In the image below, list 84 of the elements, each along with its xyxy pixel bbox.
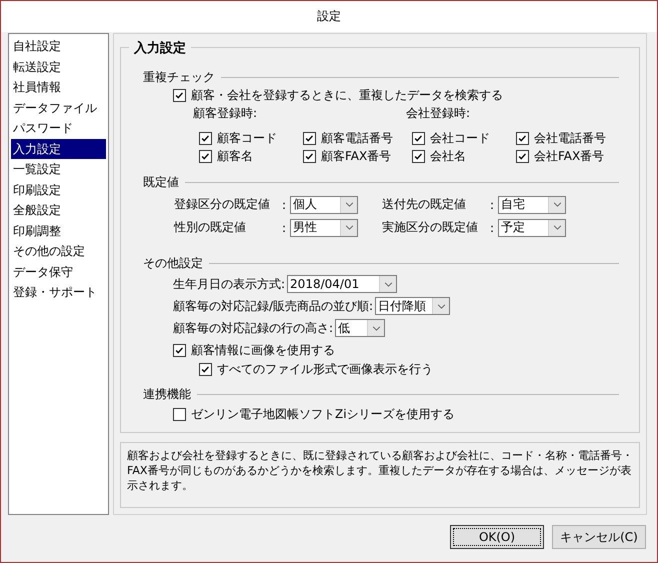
field-label: 顧客毎の対応記録の行の高さ: (173, 320, 334, 336)
checkmark-icon (200, 132, 211, 144)
dropdown[interactable]: 個人 (290, 196, 358, 214)
dropdown[interactable]: 予定 (498, 218, 566, 236)
checkmark-icon (517, 150, 528, 162)
checkmark-icon (304, 150, 315, 162)
checkbox-label: ゼンリン電子地図帳ソフトZiシリーズを使用する (191, 406, 455, 423)
checkbox[interactable] (199, 150, 212, 162)
field-label: 生年月日の表示方式: (173, 276, 286, 292)
dropdown[interactable]: 男性 (290, 218, 358, 236)
dialog-button[interactable]: OK(O) (450, 525, 544, 549)
checkbox-label: 会社電話番号 (534, 130, 606, 146)
checkbox[interactable] (199, 132, 212, 144)
group-heading: 顧客登録時: (193, 105, 258, 122)
checkbox-label: 顧客コード (217, 130, 277, 146)
checkbox[interactable] (199, 363, 212, 376)
dropdown[interactable]: 日付降順 (375, 297, 450, 315)
checkbox[interactable] (516, 150, 529, 162)
checkbox[interactable] (173, 408, 186, 421)
section-title: その他設定 (143, 254, 203, 272)
checkmark-icon (200, 150, 211, 162)
sidebar-item[interactable]: 全般設定 (11, 200, 106, 220)
caret-icon (436, 304, 446, 308)
sidebar-item[interactable]: データ保守 (11, 262, 106, 282)
window-title: 設定 (317, 8, 341, 25)
checkmark-icon (200, 364, 211, 375)
caret-icon (344, 225, 354, 230)
checkmark-icon (174, 345, 185, 356)
dropdown[interactable]: 自宅 (498, 196, 566, 214)
dialog-button[interactable]: キャンセル(C) (552, 525, 646, 549)
checkmark-icon (413, 132, 424, 144)
sidebar-item[interactable]: その他の設定 (11, 241, 106, 262)
section-title: 既定値 (143, 174, 179, 190)
caret-icon (384, 282, 393, 286)
checkbox-label: すべてのファイル形式で画像表示を行う (217, 361, 433, 378)
sidebar-item[interactable]: パスワード (11, 118, 106, 138)
checkbox-label: 顧客・会社を登録するときに、重複したデータを検索する (191, 87, 503, 104)
colon: : (282, 198, 288, 212)
sidebar-item[interactable]: 登録・サポート (11, 282, 106, 302)
checkbox[interactable] (412, 150, 425, 162)
checkbox[interactable] (303, 132, 316, 144)
checkbox[interactable] (412, 132, 425, 144)
caret-icon (344, 202, 354, 207)
sidebar-item[interactable]: 入力設定 (11, 138, 106, 159)
checkbox-label: 顧客電話番号 (321, 130, 393, 146)
checkmark-icon (174, 90, 185, 101)
checkbox-label: 顧客名 (217, 148, 253, 164)
sidebar-item[interactable]: 自社設定 (11, 36, 106, 56)
colon: : (282, 220, 288, 234)
group-heading: 会社登録時: (406, 105, 472, 122)
checkbox-label: 顧客FAX番号 (321, 148, 392, 164)
field-label: 実施区分の既定値 (382, 219, 479, 236)
dropdown[interactable]: 2018/04/01 (287, 275, 398, 293)
sidebar-item[interactable]: 社員情報 (11, 77, 106, 98)
checkbox[interactable] (173, 344, 186, 357)
sidebar-item[interactable]: 一覧設定 (11, 159, 106, 180)
checkmark-icon (517, 132, 528, 144)
sidebar-item[interactable]: 印刷調整 (11, 220, 106, 241)
description-text: 顧客および会社を登録するときに、既に登録されている顧客および会社に、コード・名称・電話番号・FAX番号が同じものがあるかどうかを検索します。重複したデータが存在する場合は、メッセージが表示されます。 (120, 442, 640, 508)
group-title: 入力設定 (129, 39, 191, 57)
checkbox-label: 会社名 (430, 148, 466, 164)
field-label: 送付先の既定値 (382, 196, 467, 213)
checkbox[interactable] (303, 150, 316, 162)
field-label: 性別の既定値 (174, 219, 247, 236)
checkmark-icon (304, 132, 315, 144)
caret-icon (552, 202, 562, 207)
checkbox[interactable] (173, 89, 186, 102)
sidebar-item[interactable]: 転送設定 (11, 56, 106, 77)
checkbox-label: 顧客情報に画像を使用する (191, 342, 335, 359)
section-title: 重複チェック (143, 68, 215, 86)
checkbox[interactable] (516, 132, 529, 144)
checkbox-label: 会社FAX番号 (534, 148, 604, 164)
caret-icon (552, 225, 562, 230)
sidebar-item[interactable]: 印刷設定 (11, 180, 106, 200)
colon: : (490, 220, 496, 234)
section-title: 連携機能 (143, 386, 191, 402)
checkmark-icon (413, 150, 424, 162)
caret-icon (372, 326, 381, 330)
dropdown[interactable]: 低 (335, 319, 386, 337)
field-label: 顧客毎の対応記録/販売商品の並び順: (173, 298, 374, 314)
field-label: 登録区分の既定値 (174, 196, 271, 213)
checkbox-label: 会社コード (430, 130, 490, 146)
sidebar-item[interactable]: データファイル (11, 98, 106, 118)
colon: : (490, 198, 496, 212)
